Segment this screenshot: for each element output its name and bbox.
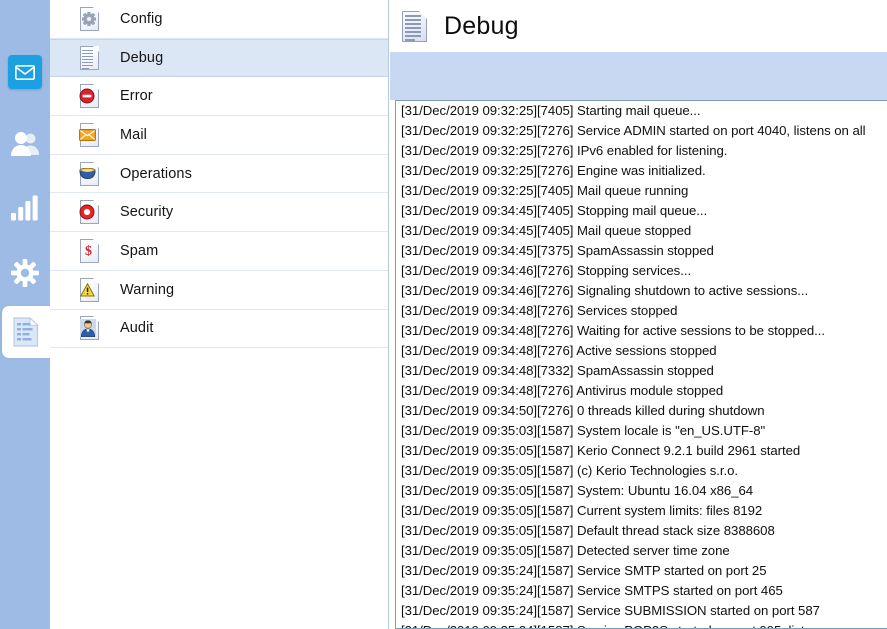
rail-item-settings[interactable] xyxy=(0,245,50,301)
log-line: [31/Dec/2019 09:35:24][1587] Service SMT… xyxy=(401,583,783,598)
log-line: [31/Dec/2019 09:35:24][1587] Service SUB… xyxy=(401,603,820,618)
sidebar-item-mail[interactable]: Mail xyxy=(50,116,388,155)
log-line: [31/Dec/2019 09:32:25][7405] Starting ma… xyxy=(401,103,701,118)
sidebar-item-config[interactable]: Config xyxy=(50,0,388,39)
warning-document-icon xyxy=(78,277,102,303)
toolbar-band xyxy=(390,52,887,100)
sidebar-item-label: Audit xyxy=(120,320,154,337)
rail-item-logs[interactable] xyxy=(2,306,50,358)
left-icon-rail xyxy=(0,0,50,629)
rail-item-users[interactable] xyxy=(0,116,50,172)
sidebar-item-label: Operations xyxy=(120,165,192,182)
users-icon xyxy=(8,127,42,161)
gear-document-icon xyxy=(78,6,102,32)
sidebar-item-label: Error xyxy=(120,88,153,105)
log-line: [31/Dec/2019 09:34:46][7276] Stopping se… xyxy=(401,263,692,278)
sidebar-item-label: Config xyxy=(120,10,163,27)
envelope-icon xyxy=(8,55,42,89)
log-line: [31/Dec/2019 09:34:48][7276] Active sess… xyxy=(401,343,717,358)
security-document-icon xyxy=(78,199,102,225)
sidebar-item-label: Warning xyxy=(120,281,175,298)
page-title: Debug xyxy=(444,11,519,40)
log-content-panel: Debug [31/Dec/2019 09:32:25][7405] Start… xyxy=(390,0,887,629)
operations-document-icon xyxy=(78,161,102,187)
log-line: [31/Dec/2019 09:35:24][1587] Service SMT… xyxy=(401,563,767,578)
log-line: [31/Dec/2019 09:34:45][7405] Mail queue … xyxy=(401,223,692,238)
log-line: [31/Dec/2019 09:32:25][7276] Engine was … xyxy=(401,163,706,178)
log-line: [31/Dec/2019 09:34:48][7276] Waiting for… xyxy=(401,323,825,338)
lines-document-icon xyxy=(78,45,102,71)
bar-chart-icon xyxy=(8,191,42,225)
log-line: [31/Dec/2019 09:32:25][7276] Service ADM… xyxy=(401,123,866,138)
log-line: [31/Dec/2019 09:35:03][1587] System loca… xyxy=(401,423,766,438)
document-lines-icon xyxy=(9,315,43,349)
sidebar-item-warning[interactable]: Warning xyxy=(50,271,388,310)
log-line: [31/Dec/2019 09:34:48][7276] Antivirus m… xyxy=(401,383,724,398)
dollar-glyph: $ xyxy=(85,243,92,259)
log-line: [31/Dec/2019 09:35:05][1587] Kerio Conne… xyxy=(401,443,801,458)
log-line: [31/Dec/2019 09:34:45][7405] Stopping ma… xyxy=(401,203,708,218)
log-line: [31/Dec/2019 09:35:05][1587] Default thr… xyxy=(401,523,775,538)
sidebar-item-debug[interactable]: Debug xyxy=(50,38,388,78)
kerio-connect-admin-window: Config Debug Error Mail Operations Secur… xyxy=(0,0,887,629)
log-line: [31/Dec/2019 09:34:50][7276] 0 threads k… xyxy=(401,403,765,418)
debug-document-icon xyxy=(400,9,430,43)
sidebar-item-label: Security xyxy=(120,204,174,221)
sidebar-item-label: Mail xyxy=(120,126,147,143)
log-line-list: [31/Dec/2019 09:32:25][7405] Starting ma… xyxy=(396,101,887,628)
mail-document-icon xyxy=(78,122,102,148)
spam-document-icon: $ xyxy=(78,238,102,264)
log-line: [31/Dec/2019 09:34:48][7332] SpamAssassi… xyxy=(401,363,714,378)
log-text-area[interactable]: [31/Dec/2019 09:32:25][7405] Starting ma… xyxy=(395,100,887,629)
log-line: [31/Dec/2019 09:32:25][7405] Mail queue … xyxy=(401,183,689,198)
log-line: [31/Dec/2019 09:35:05][1587] (c) Kerio T… xyxy=(401,463,739,478)
sidebar-item-audit[interactable]: Audit xyxy=(50,310,388,349)
sidebar-item-label: Spam xyxy=(120,242,159,259)
log-line: [31/Dec/2019 09:35:05][1587] Detected se… xyxy=(401,543,730,558)
log-line: [31/Dec/2019 09:35:24][1587] Service POP… xyxy=(396,621,887,628)
sidebar-item-security[interactable]: Security xyxy=(50,193,388,233)
sidebar-item-error[interactable]: Error xyxy=(50,77,388,117)
error-document-icon xyxy=(78,83,102,109)
log-line: [31/Dec/2019 09:32:25][7276] IPv6 enable… xyxy=(401,143,728,158)
log-line: [31/Dec/2019 09:34:46][7276] Signaling s… xyxy=(401,283,809,298)
log-line: [31/Dec/2019 09:34:48][7276] Services st… xyxy=(401,303,678,318)
log-type-sidebar: Config Debug Error Mail Operations Secur… xyxy=(50,0,389,629)
audit-document-icon xyxy=(78,315,102,341)
gear-icon xyxy=(8,256,42,290)
sidebar-item-label: Debug xyxy=(120,50,164,67)
rail-item-statistics[interactable] xyxy=(0,180,50,236)
rail-item-mail[interactable] xyxy=(0,44,50,100)
sidebar-item-operations[interactable]: Operations xyxy=(50,155,388,194)
log-line: [31/Dec/2019 09:35:05][1587] System: Ubu… xyxy=(401,483,754,498)
content-header: Debug xyxy=(390,0,887,52)
sidebar-item-spam[interactable]: $ Spam xyxy=(50,232,388,271)
log-line: [31/Dec/2019 09:34:45][7375] SpamAssassi… xyxy=(401,243,714,258)
log-line: [31/Dec/2019 09:35:05][1587] Current sys… xyxy=(401,503,763,518)
